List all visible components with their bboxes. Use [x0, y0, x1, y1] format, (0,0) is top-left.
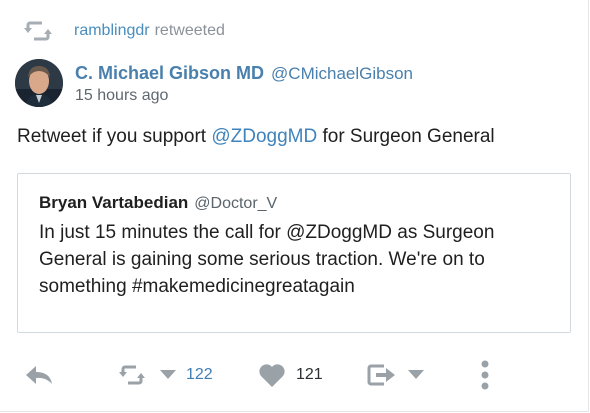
quoted-author-handle: @Doctor_V: [194, 195, 278, 212]
share-button[interactable]: [366, 355, 424, 395]
quoted-tweet-text: In just 15 minutes the call for @ZDoggMD…: [39, 222, 495, 297]
tweet-text: Retweet if you support @ZDoggMD for Surg…: [17, 126, 495, 148]
like-button[interactable]: 121: [258, 355, 323, 395]
action-bar: 122 121: [0, 355, 590, 395]
author-handle[interactable]: @CMichaelGibson: [271, 64, 413, 84]
author-block: C. Michael Gibson MD @CMichaelGibson 15 …: [75, 63, 413, 105]
retweet-icon: [118, 364, 146, 386]
more-button[interactable]: [480, 355, 490, 395]
share-icon: [366, 363, 396, 387]
retweet-count[interactable]: 122: [186, 366, 213, 384]
tweet-text-after: for Surgeon General: [317, 126, 495, 147]
reply-icon: [24, 364, 54, 386]
reply-button[interactable]: [24, 355, 54, 395]
tweet-card: ramblingdr retweeted C. Michael Gibson M…: [0, 0, 589, 412]
quoted-author-name: Bryan Vartabedian: [39, 193, 189, 212]
chevron-down-icon[interactable]: [160, 370, 176, 380]
heart-icon: [258, 363, 286, 388]
more-vertical-icon: [480, 360, 490, 390]
author-name[interactable]: C. Michael Gibson MD: [75, 63, 264, 84]
quoted-tweet[interactable]: Bryan Vartabedian @Doctor_V In just 15 m…: [17, 173, 571, 333]
chevron-down-icon[interactable]: [408, 370, 424, 380]
tweet-text-before: Retweet if you support: [17, 126, 212, 147]
retweet-context: ramblingdr retweeted: [24, 18, 225, 44]
retweeter-link[interactable]: ramblingdr: [74, 22, 150, 40]
avatar[interactable]: [15, 59, 63, 107]
retweet-icon: [24, 19, 52, 43]
like-count[interactable]: 121: [296, 366, 323, 384]
mention-link[interactable]: @ZDoggMD: [211, 126, 317, 147]
retweeted-label: retweeted: [154, 22, 225, 39]
retweet-button[interactable]: 122: [118, 355, 213, 395]
timestamp[interactable]: 15 hours ago: [75, 87, 413, 105]
